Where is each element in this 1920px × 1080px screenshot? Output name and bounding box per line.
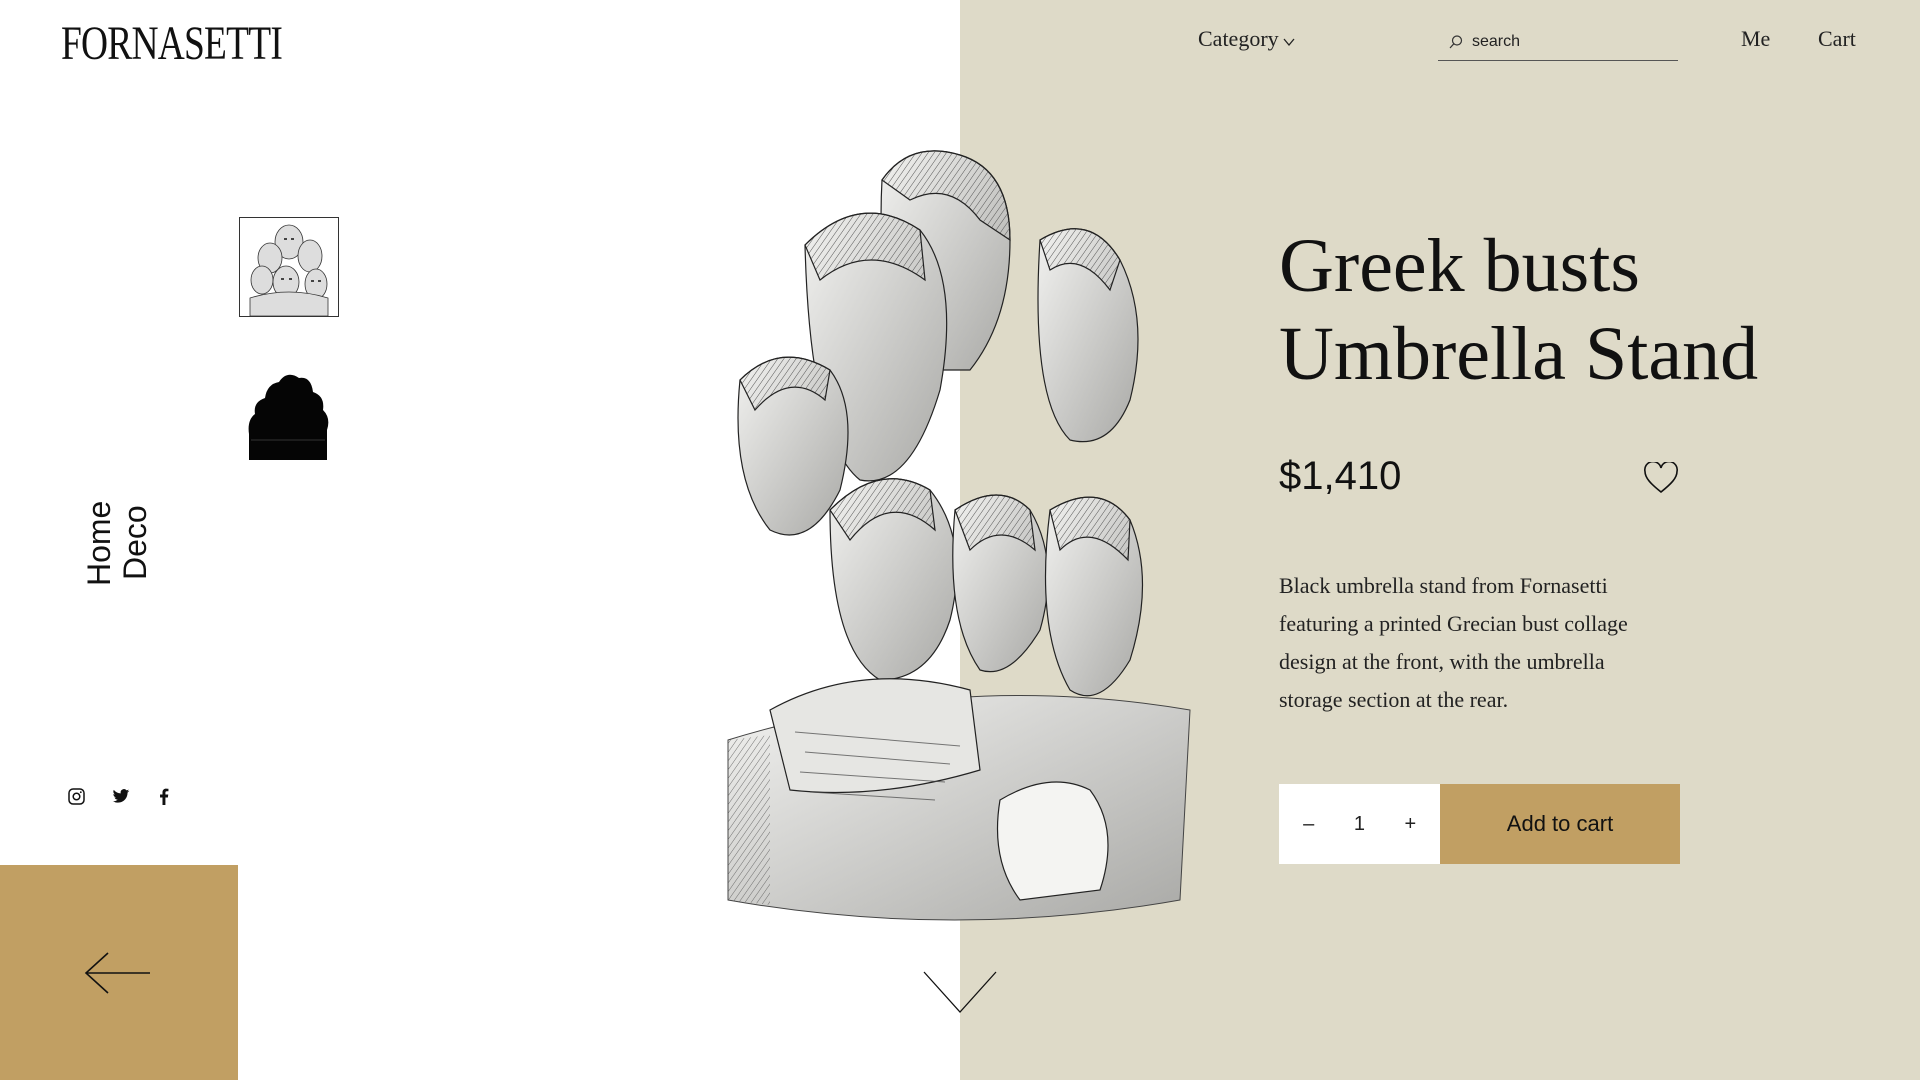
instagram-icon[interactable] — [64, 784, 88, 808]
search-input[interactable] — [1472, 33, 1662, 51]
search-icon[interactable] — [1448, 34, 1464, 50]
product-image — [710, 150, 1200, 925]
increment-button[interactable]: + — [1396, 813, 1424, 836]
product-description: Black umbrella stand from Fornasetti fea… — [1279, 573, 1628, 712]
brand-logo[interactable]: FORNASETTI — [61, 20, 283, 68]
add-to-cart-button[interactable]: Add to cart — [1440, 784, 1680, 864]
product-title-line2: Umbrella Stand — [1279, 312, 1759, 396]
facebook-icon[interactable] — [152, 784, 176, 808]
search-bar — [1438, 24, 1678, 61]
quantity-stepper: – 1 + — [1279, 784, 1440, 864]
decrement-button[interactable]: – — [1295, 813, 1323, 836]
category-home-text: Home — [81, 500, 117, 586]
scroll-down-chevron-icon[interactable] — [922, 970, 998, 1019]
quantity-value: 1 — [1353, 812, 1366, 835]
nav-cart-link[interactable]: Cart — [1818, 26, 1856, 52]
product-title: Greek busts Umbrella Stand — [1279, 222, 1879, 398]
twitter-icon[interactable] — [109, 784, 133, 808]
category-menu[interactable]: Category — [1198, 26, 1295, 52]
heart-icon[interactable] — [1643, 460, 1679, 499]
arrow-left-icon — [84, 952, 150, 994]
category-deco-text: Deco — [117, 505, 153, 580]
product-price: $1,410 — [1279, 454, 1402, 498]
chevron-down-icon — [1283, 38, 1295, 46]
nav-me-link[interactable]: Me — [1741, 26, 1770, 52]
product-title-line1: Greek busts — [1279, 224, 1640, 308]
thumbnail-front[interactable] — [239, 217, 339, 317]
vertical-category-label: Home Deco — [81, 492, 173, 586]
back-button[interactable] — [0, 865, 238, 1080]
thumbnail-back[interactable] — [239, 364, 339, 464]
category-label: Category — [1198, 26, 1279, 51]
